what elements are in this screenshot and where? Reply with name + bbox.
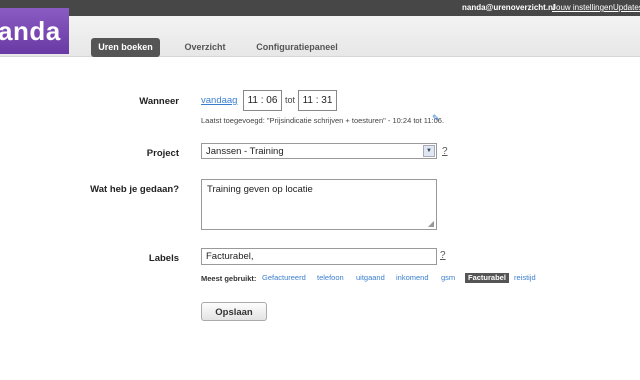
pencil-icon[interactable]: ✎ [432, 113, 440, 124]
start-time-input[interactable]: 11 : 06 [243, 90, 282, 111]
description-textarea[interactable]: Training geven op locatie ◢ [201, 179, 437, 230]
chevron-down-icon[interactable]: ▼ [423, 145, 435, 157]
tag-gefactureerd[interactable]: Gefactureerd [262, 273, 306, 283]
tag-inkomend[interactable]: inkomend [396, 273, 429, 283]
date-link[interactable]: vandaag [201, 95, 237, 106]
time-separator: tot [285, 95, 296, 105]
tab-overzicht[interactable]: Overzicht [178, 38, 232, 57]
most-used-label: Meest gebruikt: [201, 274, 257, 283]
top-bar: nanda@urenoverzicht.nl Jouw instellingen… [0, 0, 640, 16]
tab-configuratiepaneel[interactable]: Configuratiepaneel [253, 38, 341, 57]
project-select[interactable]: Janssen - Training ▼ [201, 143, 437, 159]
logo-text: anda [0, 16, 61, 46]
tag-reistijd[interactable]: reistijd [514, 273, 536, 283]
tag-facturabel[interactable]: Facturabel [465, 273, 509, 283]
tab-uren-boeken[interactable]: Uren boeken [91, 38, 160, 57]
updates-link[interactable]: Updates [613, 3, 640, 12]
tag-uitgaand[interactable]: uitgaand [356, 273, 385, 283]
tag-telefoon[interactable]: telefoon [317, 273, 344, 283]
save-button[interactable]: Opslaan [201, 302, 267, 321]
project-label: Project [146, 148, 179, 159]
header: Uren boeken Overzicht Configuratiepaneel [0, 16, 640, 57]
logo[interactable]: anda [0, 8, 69, 54]
project-selected-value: Janssen - Training [206, 146, 284, 157]
labels-help-link[interactable]: ? [440, 250, 446, 261]
labels-label: Labels [148, 253, 179, 264]
tag-gsm[interactable]: gsm [441, 273, 455, 283]
settings-link[interactable]: Jouw instellingen [552, 3, 613, 12]
project-help-link[interactable]: ? [442, 146, 448, 157]
wanneer-label: Wanneer [139, 96, 179, 107]
description-value: Training geven op locatie [207, 184, 313, 195]
description-label: Wat heb je gedaan? [90, 184, 179, 195]
resize-grip-icon[interactable]: ◢ [428, 219, 434, 228]
end-time-input[interactable]: 11 : 31 [298, 90, 337, 111]
user-email: nanda@urenoverzicht.nl [462, 3, 556, 12]
last-added-text: Laatst toegevoegd: "Prijsindicatie schri… [201, 116, 445, 125]
labels-input[interactable]: Facturabel, [201, 248, 437, 265]
